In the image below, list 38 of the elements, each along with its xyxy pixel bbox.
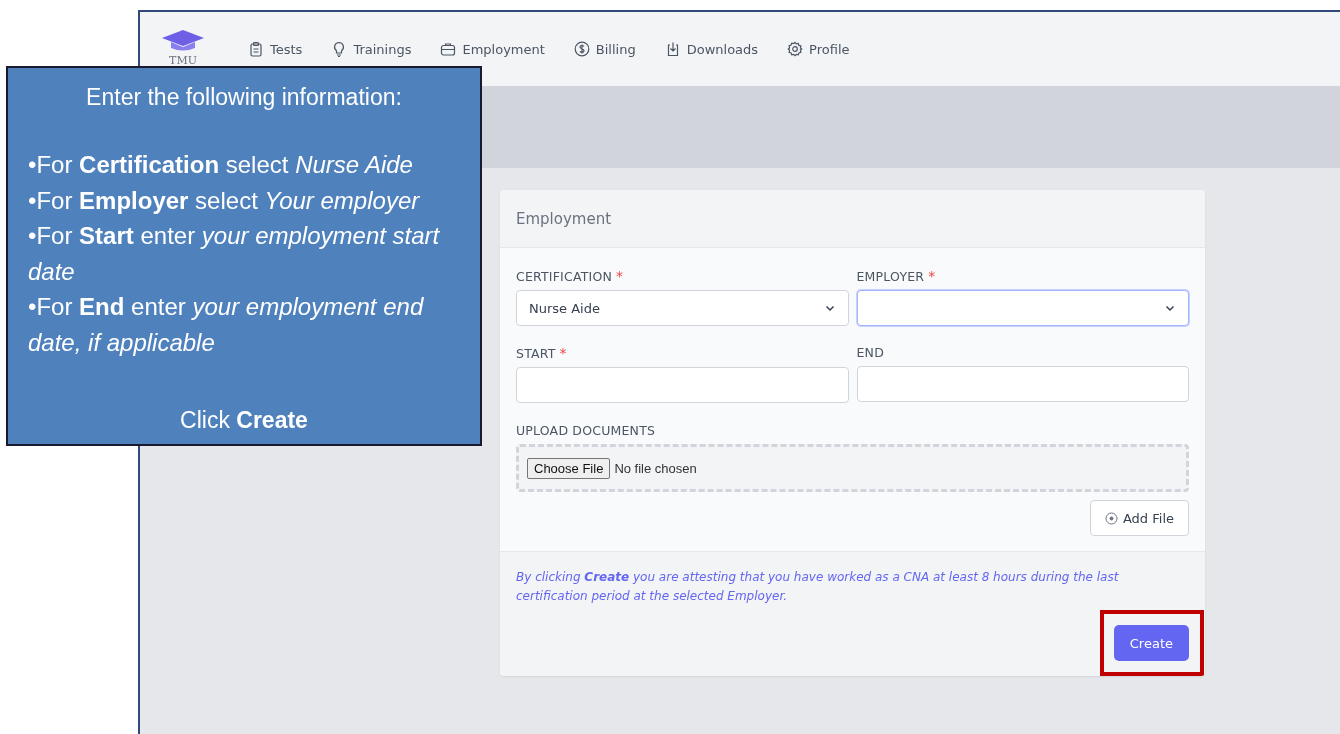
input-field[interactable]	[516, 367, 849, 403]
required-mark: *	[559, 345, 567, 361]
instruction-text: •For End enter your employment end date, if applicable	[28, 292, 425, 358]
callout-heading: Enter the following information:	[85, 84, 403, 111]
nav-link[interactable]: Profile	[787, 41, 850, 57]
file-status: No file chosen	[614, 460, 697, 476]
instruction-text: •For Certification select Nurse Aide	[28, 150, 414, 180]
card-title: Employment	[516, 209, 612, 228]
briefcase-icon	[440, 41, 457, 57]
add-file-button[interactable]: Add File	[1089, 500, 1189, 536]
nav-link[interactable]: Downloads	[664, 41, 759, 57]
create-button[interactable]: Create	[1113, 625, 1189, 662]
field-label: UPLOAD DOCUMENTS	[516, 423, 656, 438]
input-field[interactable]	[856, 366, 1189, 402]
nav-link[interactable]: Employment	[440, 41, 545, 57]
settings-icon	[787, 41, 804, 57]
required-mark: *	[928, 268, 936, 284]
field-label: END	[856, 345, 884, 360]
instruction-text: •For Employer select Your employer	[28, 185, 421, 216]
field-label: START	[516, 346, 556, 361]
select-field[interactable]: Nurse Aide	[516, 290, 849, 326]
field-label: CERTIFICATION	[516, 269, 613, 284]
nav-link[interactable]: Tests	[248, 41, 303, 57]
nav-link[interactable]: Billing	[573, 41, 636, 57]
required-mark: *	[616, 268, 624, 284]
field-label: EMPLOYER	[856, 269, 925, 284]
plus-circle-icon	[1104, 511, 1118, 525]
clipboard-icon	[248, 41, 264, 57]
dollar-circle-icon	[573, 41, 590, 57]
choose-file-button[interactable]: Choose File	[527, 457, 611, 479]
graduation-cap-icon	[160, 27, 206, 52]
logo-text: TMU	[169, 53, 197, 67]
nav-link[interactable]: Trainings	[331, 41, 412, 57]
callout-footer: Click Create	[8, 407, 480, 434]
attestation-note: By clicking Create you are attesting that you have worked as a CNA at least 8 hours during the last certification period at the selected Employer.	[516, 569, 1120, 606]
select-value: Nurse Aide	[529, 300, 600, 316]
file-drop-zone[interactable]: Choose File No file chosen	[516, 444, 1189, 492]
select-field[interactable]	[856, 290, 1189, 326]
